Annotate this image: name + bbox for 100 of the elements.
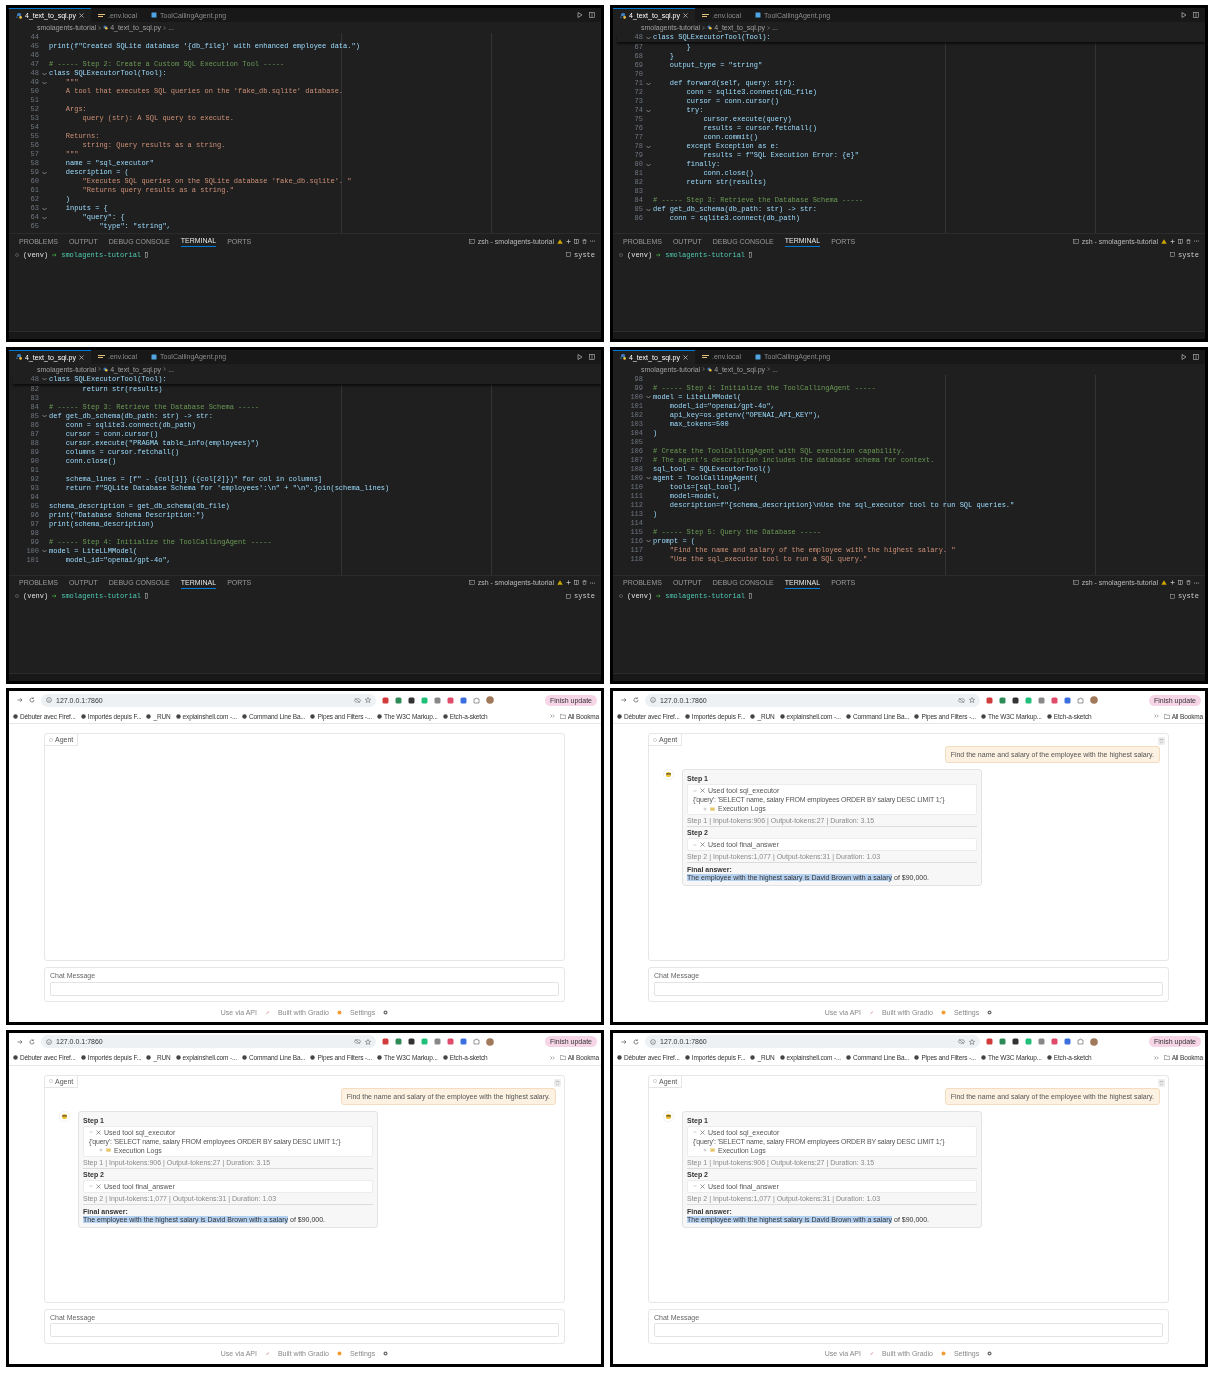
chat-input-field[interactable]	[654, 1323, 1163, 1337]
split-editor-icon[interactable]	[1193, 12, 1199, 18]
plus-icon[interactable]	[1170, 238, 1175, 244]
split-editor-icon[interactable]	[589, 12, 595, 18]
chevron-double-icon[interactable]	[1153, 1055, 1159, 1060]
puzzle-icon[interactable]	[1077, 696, 1084, 704]
fold-chevron-icon[interactable]	[41, 80, 47, 85]
fold-chevron-icon[interactable]	[41, 71, 47, 76]
favicon-icon	[684, 1055, 690, 1060]
avatar-icon[interactable]	[486, 696, 494, 704]
split-editor-icon[interactable]	[1193, 353, 1199, 360]
trash-icon[interactable]	[582, 580, 587, 585]
fold-chevron-icon[interactable]	[645, 108, 651, 113]
gear-icon	[383, 1009, 389, 1015]
folder-icon	[710, 806, 715, 811]
favicon-icon	[1046, 713, 1052, 719]
favicon-icon	[980, 713, 986, 719]
split-terminal-icon[interactable]	[1178, 238, 1183, 244]
favicon-icon	[617, 1055, 622, 1060]
avatar-icon[interactable]	[1090, 696, 1098, 704]
close-icon[interactable]	[79, 13, 84, 18]
eye-off-icon[interactable]	[958, 1039, 965, 1044]
forward-icon[interactable]	[17, 697, 23, 703]
split-terminal-icon[interactable]	[574, 580, 579, 585]
logo-icon	[940, 1009, 946, 1015]
info-icon[interactable]	[650, 1038, 656, 1045]
reload-icon[interactable]	[29, 1038, 35, 1045]
eye-off-icon[interactable]	[354, 697, 361, 703]
chevron-double-icon[interactable]	[549, 714, 555, 718]
favicon-icon	[914, 1055, 920, 1060]
chat-input-field[interactable]	[50, 981, 559, 996]
folder-icon	[559, 713, 566, 719]
chat-icon	[653, 1079, 657, 1083]
folder-icon	[710, 1148, 715, 1152]
puzzle-icon[interactable]	[473, 1038, 480, 1045]
avatar-icon[interactable]	[1090, 1037, 1098, 1046]
fold-chevron-icon[interactable]	[41, 414, 47, 418]
folder-icon	[1163, 1055, 1170, 1060]
reload-icon[interactable]	[633, 697, 639, 703]
arrow-icon	[656, 594, 662, 598]
trash-icon[interactable]	[582, 238, 587, 244]
eye-off-icon[interactable]	[958, 697, 965, 703]
fold-chevron-icon[interactable]	[645, 395, 651, 399]
forward-icon[interactable]	[621, 697, 627, 703]
favicon-icon	[310, 1055, 316, 1060]
chat-input-field[interactable]	[654, 981, 1163, 996]
trash-icon[interactable]	[1186, 580, 1191, 585]
fold-chevron-icon[interactable]	[645, 539, 651, 543]
split-terminal-icon[interactable]	[1178, 580, 1183, 585]
run-icon[interactable]	[577, 12, 583, 18]
chevron-double-icon[interactable]	[1153, 714, 1159, 718]
star-icon[interactable]	[365, 1038, 371, 1045]
close-icon[interactable]	[79, 354, 84, 360]
split-editor-icon[interactable]	[589, 353, 595, 360]
puzzle-icon[interactable]	[473, 696, 480, 704]
plus-icon[interactable]	[566, 238, 571, 244]
trash-icon[interactable]	[1186, 238, 1191, 244]
fold-chevron-icon[interactable]	[645, 476, 651, 480]
fold-chevron-icon[interactable]	[645, 81, 651, 86]
star-icon[interactable]	[969, 1038, 975, 1045]
fold-chevron-icon[interactable]	[645, 162, 651, 167]
fold-chevron-icon[interactable]	[645, 35, 651, 40]
chevron-double-icon[interactable]	[549, 1055, 555, 1060]
run-icon[interactable]	[1181, 12, 1187, 18]
gear-icon	[383, 1351, 389, 1356]
run-icon[interactable]	[577, 353, 583, 360]
python-file-icon	[620, 12, 626, 19]
arrow-icon	[656, 252, 662, 257]
terminal-icon	[468, 238, 475, 244]
run-icon[interactable]	[1181, 353, 1187, 360]
info-icon[interactable]	[650, 697, 656, 703]
reload-icon[interactable]	[29, 697, 35, 703]
fold-chevron-icon[interactable]	[41, 215, 47, 220]
info-icon[interactable]	[46, 1038, 52, 1045]
forward-icon[interactable]	[17, 1038, 23, 1045]
fold-chevron-icon[interactable]	[645, 144, 651, 149]
plus-icon[interactable]	[566, 580, 571, 585]
reload-icon[interactable]	[633, 1038, 639, 1045]
favicon-icon	[750, 713, 756, 719]
image-file-icon	[755, 12, 762, 18]
fold-chevron-icon[interactable]	[41, 206, 47, 211]
avatar-icon[interactable]	[486, 1037, 494, 1046]
python-file-icon	[707, 25, 713, 30]
forward-icon[interactable]	[621, 1038, 627, 1045]
terminal-icon	[1170, 593, 1175, 599]
split-terminal-icon[interactable]	[574, 238, 579, 244]
info-icon[interactable]	[46, 697, 52, 703]
eye-off-icon[interactable]	[354, 1039, 361, 1044]
settings-file-icon	[702, 354, 709, 359]
plus-icon[interactable]	[1170, 580, 1175, 585]
star-icon[interactable]	[969, 697, 975, 703]
fold-chevron-icon[interactable]	[41, 377, 47, 381]
close-icon[interactable]	[683, 13, 688, 18]
fold-chevron-icon[interactable]	[41, 549, 47, 553]
chat-input-field[interactable]	[50, 1323, 559, 1337]
fold-chevron-icon[interactable]	[41, 170, 47, 175]
star-icon[interactable]	[365, 697, 371, 703]
puzzle-icon[interactable]	[1077, 1038, 1084, 1045]
close-icon[interactable]	[683, 354, 688, 360]
fold-chevron-icon[interactable]	[645, 207, 651, 212]
